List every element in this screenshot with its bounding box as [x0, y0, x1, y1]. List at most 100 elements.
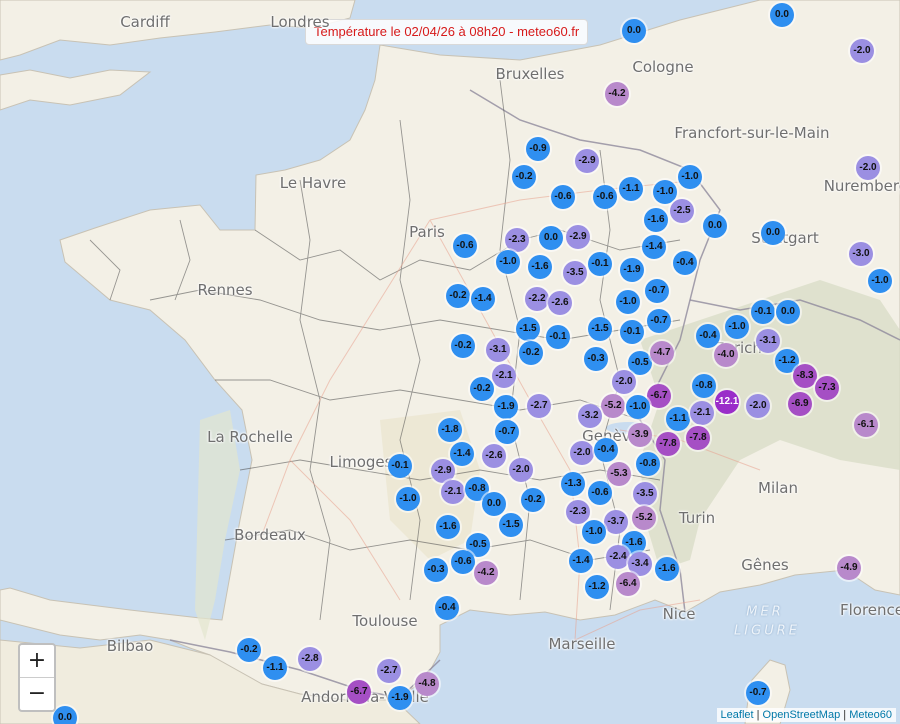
temperature-marker[interactable]: -0.6 [588, 481, 612, 505]
temperature-marker[interactable]: -0.7 [495, 420, 519, 444]
temperature-marker[interactable]: -4.8 [415, 672, 439, 696]
temperature-marker[interactable]: 0.0 [53, 706, 77, 724]
temperature-marker[interactable]: -0.4 [696, 324, 720, 348]
temperature-marker[interactable]: -12.1 [715, 390, 739, 414]
temperature-marker[interactable]: -4.0 [714, 343, 738, 367]
temperature-marker[interactable]: -0.3 [584, 347, 608, 371]
temperature-marker[interactable]: -4.7 [650, 341, 674, 365]
temperature-marker[interactable]: -6.1 [854, 413, 878, 437]
temperature-marker[interactable]: -0.3 [424, 558, 448, 582]
temperature-marker[interactable]: -3.9 [628, 423, 652, 447]
temperature-marker[interactable]: -1.5 [516, 317, 540, 341]
temperature-marker[interactable]: -1.6 [644, 208, 668, 232]
temperature-marker[interactable]: -2.0 [850, 39, 874, 63]
temperature-marker[interactable]: -2.6 [482, 444, 506, 468]
temperature-marker[interactable]: -0.5 [628, 351, 652, 375]
temperature-marker[interactable]: -2.4 [606, 545, 630, 569]
temperature-marker[interactable]: -2.8 [298, 647, 322, 671]
temperature-marker[interactable]: -0.2 [521, 488, 545, 512]
temperature-marker[interactable]: -0.2 [512, 165, 536, 189]
temperature-marker[interactable]: -3.1 [486, 338, 510, 362]
temperature-marker[interactable]: -0.1 [388, 454, 412, 478]
temperature-marker[interactable]: -2.3 [505, 228, 529, 252]
temperature-marker[interactable]: -6.7 [347, 680, 371, 704]
temperature-marker[interactable]: -7.8 [656, 432, 680, 456]
temperature-marker[interactable]: -2.1 [492, 364, 516, 388]
temperature-marker[interactable]: -1.0 [396, 487, 420, 511]
temperature-marker[interactable]: -0.6 [451, 550, 475, 574]
temperature-marker[interactable]: -2.9 [575, 149, 599, 173]
temperature-marker[interactable]: -1.6 [528, 255, 552, 279]
temperature-marker[interactable]: -1.2 [585, 575, 609, 599]
temperature-marker[interactable]: -1.9 [620, 258, 644, 282]
openstreetmap-link[interactable]: OpenStreetMap [763, 709, 841, 721]
temperature-marker[interactable]: -1.0 [653, 180, 677, 204]
temperature-marker[interactable]: -1.0 [725, 315, 749, 339]
temperature-marker[interactable]: 0.0 [622, 19, 646, 43]
temperature-marker[interactable]: -0.7 [746, 681, 770, 705]
temperature-marker[interactable]: -6.7 [647, 384, 671, 408]
temperature-marker[interactable]: -0.7 [645, 279, 669, 303]
temperature-marker[interactable]: -1.5 [499, 513, 523, 537]
temperature-marker[interactable]: -6.4 [616, 572, 640, 596]
temperature-marker[interactable]: -2.0 [746, 394, 770, 418]
temperature-marker[interactable]: -4.2 [474, 561, 498, 585]
temperature-marker[interactable]: -1.0 [496, 250, 520, 274]
leaflet-link[interactable]: Leaflet [721, 709, 754, 721]
temperature-marker[interactable]: -1.0 [616, 290, 640, 314]
temperature-marker[interactable]: -0.7 [647, 309, 671, 333]
temperature-marker[interactable]: -0.6 [593, 185, 617, 209]
temperature-marker[interactable]: -4.9 [837, 556, 861, 580]
temperature-marker[interactable]: -3.7 [604, 510, 628, 534]
temperature-marker[interactable]: -0.2 [519, 341, 543, 365]
temperature-marker[interactable]: -3.5 [633, 482, 657, 506]
zoom-in-button[interactable]: + [20, 645, 54, 677]
temperature-marker[interactable]: -0.2 [237, 638, 261, 662]
temperature-marker[interactable]: -3.1 [756, 329, 780, 353]
temperature-marker[interactable]: -5.3 [607, 462, 631, 486]
temperature-marker[interactable]: -1.4 [642, 235, 666, 259]
temperature-marker[interactable]: -2.1 [441, 480, 465, 504]
temperature-marker[interactable]: -1.0 [582, 520, 606, 544]
temperature-marker[interactable]: -5.2 [601, 394, 625, 418]
temperature-marker[interactable]: -2.1 [690, 401, 714, 425]
temperature-marker[interactable]: -1.6 [436, 515, 460, 539]
temperature-marker[interactable]: -0.2 [451, 334, 475, 358]
temperature-marker[interactable]: -0.6 [551, 185, 575, 209]
temperature-marker[interactable]: -1.1 [263, 656, 287, 680]
temperature-marker[interactable]: -3.0 [849, 242, 873, 266]
temperature-marker[interactable]: -1.5 [588, 317, 612, 341]
temperature-marker[interactable]: 0.0 [482, 492, 506, 516]
temperature-marker[interactable]: -2.3 [566, 500, 590, 524]
temperature-marker[interactable]: -2.0 [856, 156, 880, 180]
temperature-marker[interactable]: -1.6 [655, 557, 679, 581]
temperature-marker[interactable]: -2.0 [570, 441, 594, 465]
temperature-marker[interactable]: -8.3 [793, 364, 817, 388]
temperature-marker[interactable]: -3.2 [578, 404, 602, 428]
temperature-marker[interactable]: -1.3 [561, 472, 585, 496]
temperature-marker[interactable]: -1.9 [494, 395, 518, 419]
temperature-marker[interactable]: -7.8 [686, 426, 710, 450]
temperature-marker[interactable]: -0.8 [692, 374, 716, 398]
zoom-out-button[interactable]: − [20, 677, 54, 710]
temperature-marker[interactable]: 0.0 [703, 214, 727, 238]
temperature-marker[interactable]: -0.2 [470, 377, 494, 401]
temperature-marker[interactable]: -7.3 [815, 376, 839, 400]
temperature-marker[interactable]: -0.1 [620, 320, 644, 344]
temperature-marker[interactable]: -2.0 [509, 458, 533, 482]
temperature-marker[interactable]: -0.1 [751, 300, 775, 324]
temperature-marker[interactable]: -1.0 [868, 269, 892, 293]
temperature-marker[interactable]: 0.0 [761, 221, 785, 245]
temperature-marker[interactable]: -1.9 [388, 686, 412, 710]
temperature-marker[interactable]: -1.0 [626, 395, 650, 419]
temperature-marker[interactable]: -6.9 [788, 392, 812, 416]
weather-map[interactable]: Température le 02/04/26 à 08h20 - meteo6… [0, 0, 900, 724]
temperature-marker[interactable]: -3.5 [563, 261, 587, 285]
temperature-marker[interactable]: -2.0 [612, 370, 636, 394]
temperature-marker[interactable]: -1.8 [438, 418, 462, 442]
temperature-marker[interactable]: -0.2 [446, 284, 470, 308]
temperature-marker[interactable]: -2.2 [525, 287, 549, 311]
temperature-marker[interactable]: -0.4 [594, 438, 618, 462]
temperature-marker[interactable]: -0.1 [588, 252, 612, 276]
temperature-marker[interactable]: -0.4 [435, 596, 459, 620]
